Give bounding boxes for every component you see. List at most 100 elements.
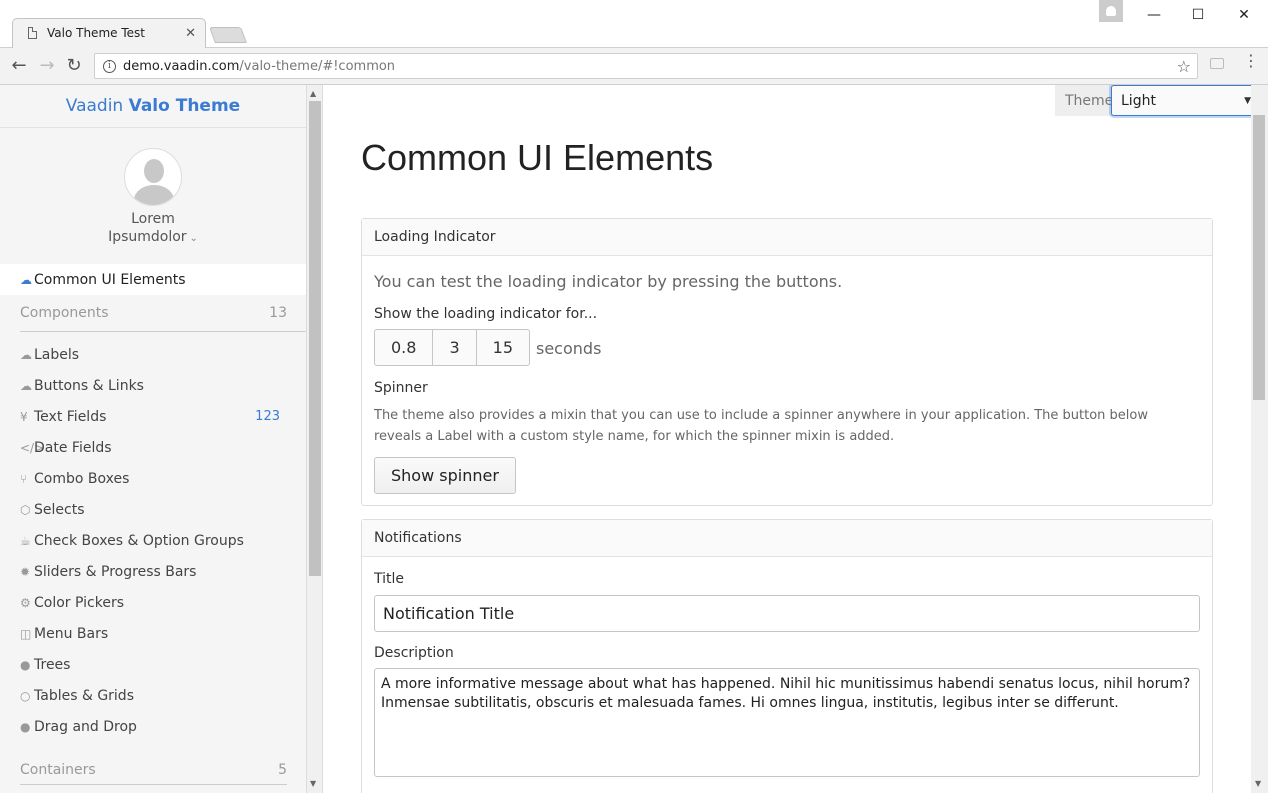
sidebar-item-common-ui-elements[interactable]: ☁ Common UI Elements [0,264,306,295]
brand-prefix: Vaadin [65,96,124,116]
notifications-panel: Notifications Title Notification Title D… [361,519,1213,793]
browser-toolbar: ← → ↻ i demo.vaadin.com /valo-theme/#!co… [0,48,1268,85]
scroll-down-icon[interactable]: ▼ [310,779,316,788]
panel-caption: Loading Indicator [362,219,1212,256]
code-icon: </> [20,440,45,455]
gears-icon: ⚙ [20,595,31,610]
back-button[interactable]: ← [8,55,30,77]
sidebar-item-label: Common UI Elements [34,271,186,288]
user-first-name: Lorem [131,211,175,227]
sidebar-item-combo-boxes[interactable]: ⑂ Combo Boxes [0,463,306,494]
duration-button-group: 0.8 3 15 [374,329,530,366]
address-bar[interactable]: i demo.vaadin.com /valo-theme/#!common ☆ [94,53,1198,79]
coffee-icon: ☕ [20,533,31,548]
main-content: Theme: Light ▼ Common UI Elements Loadin… [323,85,1251,793]
spinner-caption: Spinner [374,380,428,396]
avatar[interactable] [124,148,182,206]
browser-menu-icon[interactable]: ⋮ [1243,53,1259,76]
close-tab-icon[interactable]: ✕ [185,26,196,41]
comment-icon: ● [20,657,31,672]
user-profile-icon[interactable] [1099,0,1123,22]
branch-icon: ⑂ [20,471,28,486]
duration-button-3[interactable]: 3 [433,330,477,365]
cube-icon: ⬡ [20,502,31,517]
main-scroll-thumb[interactable] [1253,115,1265,400]
sidebar-item-label: Selects [34,501,85,518]
page-icon [28,27,37,39]
user-menu[interactable]: Ipsumdolor ⌄ [0,229,306,245]
extension-icon[interactable] [1210,58,1224,69]
notification-title-field[interactable]: Notification Title [374,595,1200,632]
yen-icon: ¥ [20,409,28,424]
comment-outline-icon: ○ [20,688,31,703]
sidebar-item-label: Menu Bars [34,625,109,642]
brand-name: Valo Theme [128,96,241,116]
section-caption: Components [20,305,109,321]
theme-select-value: Light [1121,92,1156,109]
sidebar-item-text-fields[interactable]: ¥ Text Fields 123 [0,401,306,432]
sidebar-item-label: Color Pickers [34,594,124,611]
page-title: Common UI Elements [361,137,714,178]
sidebar-item-label: Trees [34,656,71,673]
sidebar-item-check-boxes[interactable]: ☕ Check Boxes & Option Groups [0,525,306,556]
sidebar-item-buttons-links[interactable]: ☁ Buttons & Links [0,370,306,401]
seconds-label: seconds [536,339,602,358]
scroll-up-icon[interactable]: ▲ [310,89,316,98]
sidebar-item-sliders[interactable]: ✹ Sliders & Progress Bars [0,556,306,587]
duration-button-0-8[interactable]: 0.8 [375,330,434,365]
scroll-down-icon[interactable]: ▼ [1255,779,1261,788]
loading-lead-text: You can test the loading indicator by pr… [374,272,843,291]
sidebar-item-selects[interactable]: ⬡ Selects [0,494,306,525]
sidebar-item-color-pickers[interactable]: ⚙ Color Pickers [0,587,306,618]
comments-icon: ● [20,719,31,734]
sidebar-item-tables-grids[interactable]: ○ Tables & Grids [0,680,306,711]
cloud-icon: ☁ [20,272,32,287]
sidebar-scrollbar[interactable]: ▲ ▼ [307,85,323,793]
spinner-description: The theme also provides a mixin that you… [374,408,1148,444]
caret-down-icon: ▼ [1244,95,1251,106]
show-spinner-button[interactable]: Show spinner [374,457,516,494]
notification-description-field[interactable]: A more informative message about what ha… [374,668,1200,777]
bookmark-star-icon[interactable]: ☆ [1177,57,1191,76]
sidebar-item-trees[interactable]: ● Trees [0,649,306,680]
section-components: Components 13 [20,295,306,332]
duration-button-15[interactable]: 15 [477,330,529,365]
info-icon[interactable]: i [103,59,116,73]
browser-titlebar: Valo Theme Test ✕ — ☐ ✕ [0,0,1268,49]
main-scrollbar[interactable]: ▼ [1251,85,1268,793]
minimize-button[interactable]: — [1144,5,1164,25]
user-last-name: Ipsumdolor [108,229,187,245]
sidebar-item-menu-bars[interactable]: ◫ Menu Bars [0,618,306,649]
theme-select[interactable]: Light ▼ [1111,85,1251,116]
reload-button[interactable]: ↻ [63,55,85,77]
url-path: /valo-theme/#!common [239,58,396,74]
sidebar: Vaadin Valo Theme Lorem Ipsumdolor ⌄ ☁ Co… [0,85,307,793]
section-count: 5 [278,761,287,778]
loading-indicator-panel: Loading Indicator You can test the loadi… [361,218,1213,506]
chevron-down-icon: ⌄ [189,233,198,244]
sidebar-item-label: Drag and Drop [34,718,137,735]
sidebar-item-labels[interactable]: ☁ Labels [0,339,306,370]
cloud-icon: ☁ [20,347,32,362]
brand: Vaadin Valo Theme [0,85,306,128]
sidebar-item-drag-drop[interactable]: ● Drag and Drop [0,711,306,742]
sidebar-badge: 123 [255,409,280,424]
theme-switcher: Theme: Light ▼ [1055,85,1251,116]
columns-icon: ◫ [20,626,32,641]
section-caption: Containers [20,761,96,778]
description-label: Description [374,645,454,661]
sidebar-item-date-fields[interactable]: </> Date Fields [0,432,306,463]
sidebar-item-label: Buttons & Links [34,377,144,394]
title-label: Title [374,571,405,587]
tab-title: Valo Theme Test [47,26,145,40]
forward-button[interactable]: → [36,55,58,77]
sidebar-scroll-thumb[interactable] [309,101,321,576]
maximize-button[interactable]: ☐ [1188,5,1208,25]
theme-label: Theme: [1065,92,1119,109]
new-tab-button[interactable] [209,27,247,43]
section-count: 13 [269,305,287,321]
close-window-button[interactable]: ✕ [1234,5,1254,25]
browser-tab[interactable]: Valo Theme Test ✕ [16,18,202,48]
sidebar-item-label: Date Fields [34,439,112,456]
gear-icon: ✹ [20,564,31,579]
